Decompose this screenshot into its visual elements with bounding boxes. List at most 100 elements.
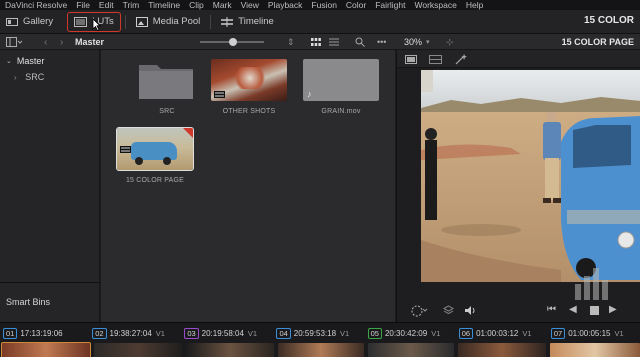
chevron-down-icon: ⌄ <box>6 58 12 65</box>
timeline-clip-thumbnail[interactable] <box>186 343 274 357</box>
menu-item-file[interactable]: File <box>76 0 90 10</box>
viewer-mode-icon[interactable] <box>411 305 429 317</box>
media-pool-button[interactable]: Media Pool <box>130 12 207 32</box>
sort-icon[interactable]: ⇕ <box>287 34 295 50</box>
timeline-clip-thumbnail[interactable] <box>550 343 640 357</box>
timeline-label: Timeline <box>238 16 274 27</box>
menu-item-view[interactable]: View <box>241 0 259 10</box>
timeline-badge-icon <box>120 146 131 153</box>
wipe-icon[interactable]: ⊹ <box>446 34 454 50</box>
clip-name: OTHER SHOTS <box>222 108 276 115</box>
sidebar-item-master[interactable]: ⌄ Master <box>0 54 100 68</box>
menu-item-clip[interactable]: Clip <box>189 0 204 10</box>
clip-number-badge: 03 <box>184 327 199 339</box>
media-pool-label: Media Pool <box>152 16 201 27</box>
list-view-icon[interactable] <box>329 34 339 50</box>
reverse-play-button[interactable]: ◀ <box>569 304 577 315</box>
viewer-clip-title: 15 COLOR PAGE <box>561 37 634 47</box>
clip-15-color-page[interactable]: 15 COLOR PAGE <box>116 127 194 184</box>
project-title: 15 COLOR <box>583 15 634 26</box>
clip-number-badge: 02 <box>92 327 107 339</box>
clip-track-label: V1 <box>155 328 165 338</box>
luts-icon <box>74 16 88 27</box>
gallery-button[interactable]: Gallery <box>0 12 59 32</box>
split-viewer-icon[interactable] <box>429 55 442 64</box>
clip-track-label: V1 <box>340 328 350 338</box>
smart-bins-header: Smart Bins <box>6 297 51 307</box>
sidebar-item-label: SRC <box>25 72 45 82</box>
media-pool-bin: SRC OTHER SHOTS ♪ GRAIN.mov 15 COLOR PAG… <box>101 50 395 322</box>
stop-button[interactable] <box>590 306 599 315</box>
menu-item-color[interactable]: Color <box>346 0 366 10</box>
timeline-button[interactable]: Timeline <box>215 12 280 32</box>
clip-track-label: V1 <box>431 328 441 338</box>
menu-item-trim[interactable]: Trim <box>123 0 140 10</box>
gallery-icon <box>6 17 18 26</box>
clip-timecode: 17:13:19:06 <box>20 328 63 338</box>
sidebar-item-src[interactable]: › SRC <box>14 72 44 82</box>
timeline-clip-label[interactable]: 04 20:59:53:18 V1 <box>276 327 364 339</box>
viewer-toolbar <box>397 50 640 68</box>
bin-list-sidebar: ⌄ Master › SRC Smart Bins <box>0 50 100 322</box>
menu-item-davinci-resolve[interactable]: DaVinci Resolve <box>5 0 67 10</box>
zoom-dropdown-chevron-icon[interactable]: ▾ <box>426 34 430 50</box>
clip-timecode: 01:00:03:12 <box>476 328 519 338</box>
menu-item-playback[interactable]: Playback <box>268 0 303 10</box>
sidebar-item-label: Master <box>16 56 45 66</box>
timeline-clip-thumbnail[interactable] <box>368 343 454 357</box>
thumbnail-size-slider-handle[interactable] <box>229 38 237 46</box>
timeline-clip-label[interactable]: 07 01:00:05:15 V1 <box>550 327 640 339</box>
menu-item-edit[interactable]: Edit <box>99 0 114 10</box>
clip-number-badge: 07 <box>550 327 566 339</box>
thumbnail-view-icon[interactable] <box>311 34 321 50</box>
menu-item-fusion[interactable]: Fusion <box>311 0 337 10</box>
timeline-clip-label[interactable]: 03 20:19:58:04 V1 <box>184 327 273 339</box>
timeline-clip-thumbnail[interactable] <box>94 343 182 357</box>
viewer-zoom-select[interactable]: 30% <box>404 37 422 47</box>
watermark-logo-icon <box>575 268 608 300</box>
play-button[interactable]: ▶ <box>609 304 617 315</box>
clip-timecode: 20:30:42:09 <box>384 328 428 338</box>
clip-other-shots[interactable]: OTHER SHOTS <box>211 59 287 115</box>
magic-mask-icon[interactable] <box>455 54 467 65</box>
clip-name: SRC <box>159 108 175 115</box>
volume-icon[interactable] <box>464 305 477 316</box>
timeline-clip-thumbnail[interactable] <box>458 343 546 357</box>
clip-number-badge: 01 <box>3 327 18 339</box>
clip-name: 15 COLOR PAGE <box>125 177 185 184</box>
menu-item-mark[interactable]: Mark <box>213 0 232 10</box>
menu-item-fairlight[interactable]: Fairlight <box>375 0 405 10</box>
viewer-panel: ⏮ ◀ ▶ <box>396 50 640 322</box>
more-options-icon[interactable]: ••• <box>377 34 386 50</box>
clip-track-label: V1 <box>247 328 258 338</box>
sidebar-toggle-icon[interactable] <box>6 34 22 50</box>
selected-corner-marker <box>183 128 193 138</box>
timeline-clip-label[interactable]: 05 20:30:42:09 V1 <box>367 327 456 339</box>
first-frame-button[interactable]: ⏮ <box>547 304 556 315</box>
clip-timecode: 19:38:27:04 <box>109 328 152 338</box>
timeline-clip-thumbnail[interactable] <box>1 342 91 357</box>
timeline-clip-label[interactable]: 02 19:38:27:04 V1 <box>92 327 181 339</box>
layers-icon[interactable] <box>443 305 454 316</box>
menu-item-workspace[interactable]: Workspace <box>414 0 456 10</box>
clip-grain-mov[interactable]: ♪ GRAIN.mov <box>303 59 379 115</box>
clip-timecode: 01:00:05:15 <box>568 328 611 338</box>
mouse-cursor-icon <box>92 18 101 31</box>
menu-item-help[interactable]: Help <box>466 0 483 10</box>
timeline-clip-label[interactable]: 06 01:00:03:12 V1 <box>458 327 548 339</box>
current-folder-label: Master <box>75 37 105 47</box>
back-icon[interactable]: ‹ <box>44 34 47 50</box>
media-pool-subbar: ‹ › Master ⇕ ••• 30% ▾ ⊹ 15 COLOR PAGE <box>0 34 640 50</box>
toolbar-divider <box>210 14 212 29</box>
media-pool-icon <box>135 16 148 27</box>
menu-item-timeline[interactable]: Timeline <box>148 0 180 10</box>
single-viewer-icon[interactable] <box>405 55 417 64</box>
clip-thumbnail: ♪ <box>303 59 379 101</box>
timeline-clip-label[interactable]: 01 17:13:19:06 <box>3 327 89 339</box>
search-icon[interactable] <box>355 34 365 50</box>
timeline-clip-thumbnail[interactable] <box>278 343 364 357</box>
clip-name: GRAIN.mov <box>321 108 361 115</box>
viewer-transport-bar: ⏮ ◀ ▶ <box>397 268 640 322</box>
clip-src-folder[interactable]: SRC <box>129 59 205 115</box>
forward-icon[interactable]: › <box>60 34 63 50</box>
